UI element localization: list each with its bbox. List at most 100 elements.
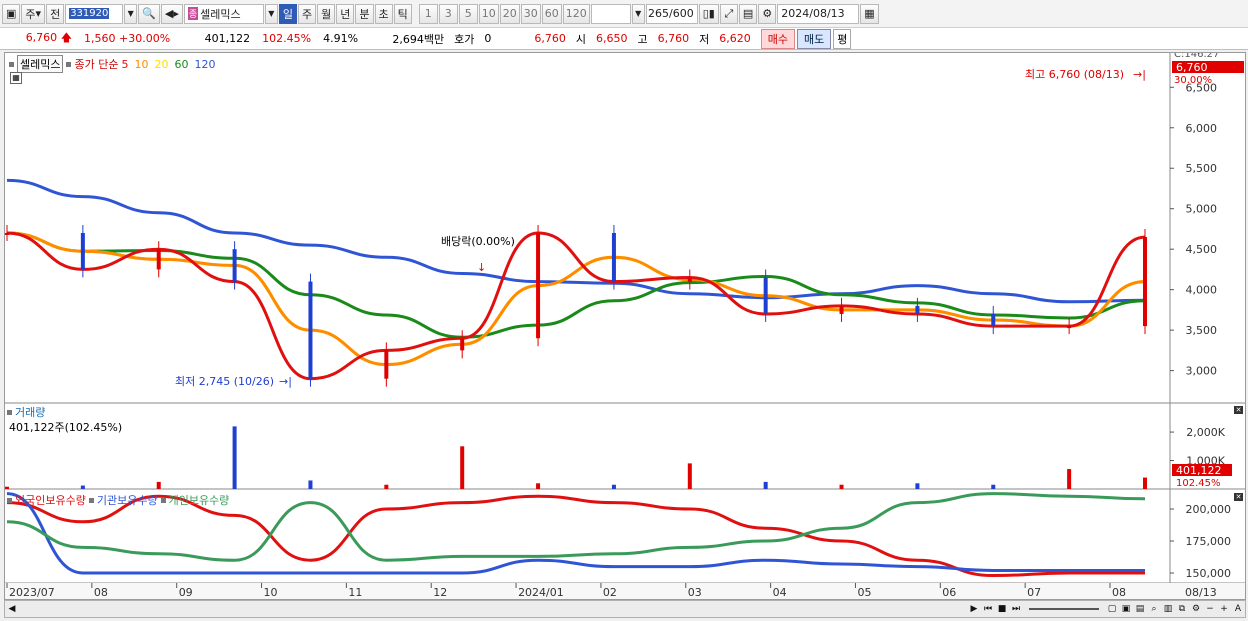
market-select[interactable]: 주 ▾ [21, 3, 46, 24]
bar-chart-icon[interactable]: ▥ [1161, 602, 1175, 616]
zoom-out-icon[interactable]: − [1203, 602, 1217, 616]
layout-icon[interactable]: ▣ [2, 3, 21, 24]
low-annotation: 최저 2,745 (10/26) [175, 375, 274, 388]
sell-button[interactable]: 매도 [796, 28, 832, 49]
scroll-right-icon[interactable]: ▶ [967, 602, 981, 616]
toolbar: ▣ 주 ▾ 전 331920 ▼ 🔍 ◀▸ 종 셀레믹스 ▼ 일주월년분초틱 135… [0, 0, 1248, 28]
candle-icon[interactable]: ▯▮ [698, 3, 719, 24]
up-arrow-icon: 🡅 [60, 31, 72, 44]
tab-period-5[interactable]: 초 [374, 3, 393, 24]
tab-period-1[interactable]: 주 [298, 3, 317, 24]
dividend-arrow-icon: ↓ [477, 261, 486, 274]
chart-area[interactable]: 6,500 6,000 5,500 5,000 4,500 4,000 3,500 3,000… [4, 52, 1246, 600]
low-price: 6,620 [719, 32, 751, 45]
candle-body [156, 249, 161, 270]
avg-button[interactable]: 평 [833, 28, 852, 49]
price-tick-label: 4,500 [1186, 243, 1218, 256]
x-tick-label: 05 [857, 586, 871, 599]
close-volume-icon[interactable]: ✕ [1234, 406, 1243, 414]
text-icon[interactable]: A [1231, 602, 1245, 616]
interval-5[interactable]: 5 [458, 3, 478, 24]
stock-chip[interactable]: 셀레믹스 [17, 55, 64, 73]
open-price: 6,650 [595, 32, 628, 45]
copy-icon[interactable]: ⧉ [1175, 602, 1189, 616]
x-tick-label: 02 [603, 586, 617, 599]
ma-legend-120[interactable]: 120 [194, 58, 215, 71]
forward-icon[interactable]: ⏭ [1009, 602, 1023, 616]
tab-period-6[interactable]: 틱 [393, 3, 412, 24]
ma-legend-20[interactable]: 20 [154, 58, 168, 71]
interval-1[interactable]: 1 [418, 3, 438, 24]
quote-bar: 6,760 🡅 1,560 +30.00% 401,122 102.45% 4.… [0, 28, 1248, 50]
hoga-value: 0 [484, 32, 492, 45]
stock-name-field[interactable]: 종 셀레믹스 [183, 3, 264, 24]
interval-input[interactable] [590, 3, 631, 24]
close-holding-icon[interactable]: ✕ [1234, 493, 1243, 501]
x-tick-label: 07 [1027, 586, 1041, 599]
volume-bar [308, 480, 313, 489]
search-icon[interactable]: ⌕ [1147, 602, 1161, 616]
candle-body [1143, 237, 1147, 327]
gear-icon[interactable]: ⚙ [758, 3, 777, 24]
code-dropdown-icon[interactable]: ▼ [124, 3, 138, 24]
name-dropdown-icon[interactable]: ▼ [264, 3, 278, 24]
dividend-annotation: 배당락(0.00%) [441, 235, 515, 248]
settings-icon[interactable]: ⚙ [1189, 602, 1203, 616]
ma-legend-10[interactable]: 10 [134, 58, 148, 71]
window-icon[interactable]: ▢ [1105, 602, 1119, 616]
stop-icon[interactable]: ■ [995, 602, 1009, 616]
tab-period-0[interactable]: 일 [278, 3, 297, 24]
code-input[interactable]: 331920 [65, 3, 124, 24]
x-tick-label: 12 [433, 586, 447, 599]
scrollbar-track[interactable] [19, 602, 967, 616]
grid-icon[interactable]: ▦ [10, 72, 22, 84]
candle-body [991, 313, 996, 327]
count-field[interactable]: 265/600 [645, 3, 698, 24]
speaker-icon[interactable]: ◀▸ [160, 3, 183, 24]
calendar-icon[interactable]: ▦ [860, 3, 879, 24]
tile-icon[interactable]: ▣ [1119, 602, 1133, 616]
draw-icon[interactable]: ⤢ [719, 3, 738, 24]
x-tick-label: 03 [688, 586, 702, 599]
tab-period-3[interactable]: 년 [336, 3, 355, 24]
volume-bar [687, 463, 692, 489]
volume-title: 거래량 [15, 406, 46, 419]
price-tick-label: 3,000 [1186, 365, 1218, 378]
interval-30[interactable]: 30 [520, 3, 541, 24]
ma-legend-60[interactable]: 60 [174, 58, 188, 71]
candle-body [460, 338, 465, 351]
interval-20[interactable]: 20 [499, 3, 520, 24]
volume-current-tag: 401,122 [1176, 464, 1222, 477]
table-icon[interactable]: ▤ [1133, 602, 1147, 616]
zoom-in-icon[interactable]: + [1217, 602, 1231, 616]
buy-button[interactable]: 매수 [760, 28, 795, 49]
search-icon[interactable]: 🔍 [138, 3, 160, 24]
interval-10[interactable]: 10 [478, 3, 499, 24]
price-tick-label: 5,000 [1186, 203, 1218, 216]
interval-dropdown-icon[interactable]: ▼ [631, 3, 645, 24]
x-tick-label: 2023/07 [9, 586, 55, 599]
zoom-slider[interactable] [1029, 608, 1099, 610]
ma-legend-5[interactable]: 5 [121, 58, 128, 71]
price-tick-label: 5,500 [1186, 162, 1218, 175]
tab-period-4[interactable]: 분 [355, 3, 374, 24]
low-arrow-icon: →| [279, 375, 292, 388]
interval-120[interactable]: 120 [562, 3, 590, 24]
price-change: 1,560 +30.00% [84, 32, 171, 45]
tab-period-2[interactable]: 월 [317, 3, 336, 24]
candle-body [611, 233, 616, 282]
date-field[interactable]: 2024/08/13 [777, 3, 860, 24]
scroll-left-icon[interactable]: ◀ [5, 602, 19, 616]
price-legend: 셀레믹스 종가 단순 5 10 20 60 120 [9, 55, 215, 73]
interval-60[interactable]: 60 [541, 3, 562, 24]
candle-body [232, 249, 237, 282]
candle-body [308, 281, 313, 379]
x-tick-label: 10 [264, 586, 278, 599]
chart-canvas[interactable]: 6,5006,0005,5005,0004,5004,0003,5003,000… [5, 53, 1245, 599]
prev-button[interactable]: 전 [46, 3, 65, 24]
x-tick-label: 2024/01 [518, 586, 564, 599]
rewind-icon[interactable]: ⏮ [981, 602, 995, 616]
candle-body [384, 350, 389, 379]
interval-3[interactable]: 3 [438, 3, 458, 24]
save-icon[interactable]: ▤ [738, 3, 758, 24]
